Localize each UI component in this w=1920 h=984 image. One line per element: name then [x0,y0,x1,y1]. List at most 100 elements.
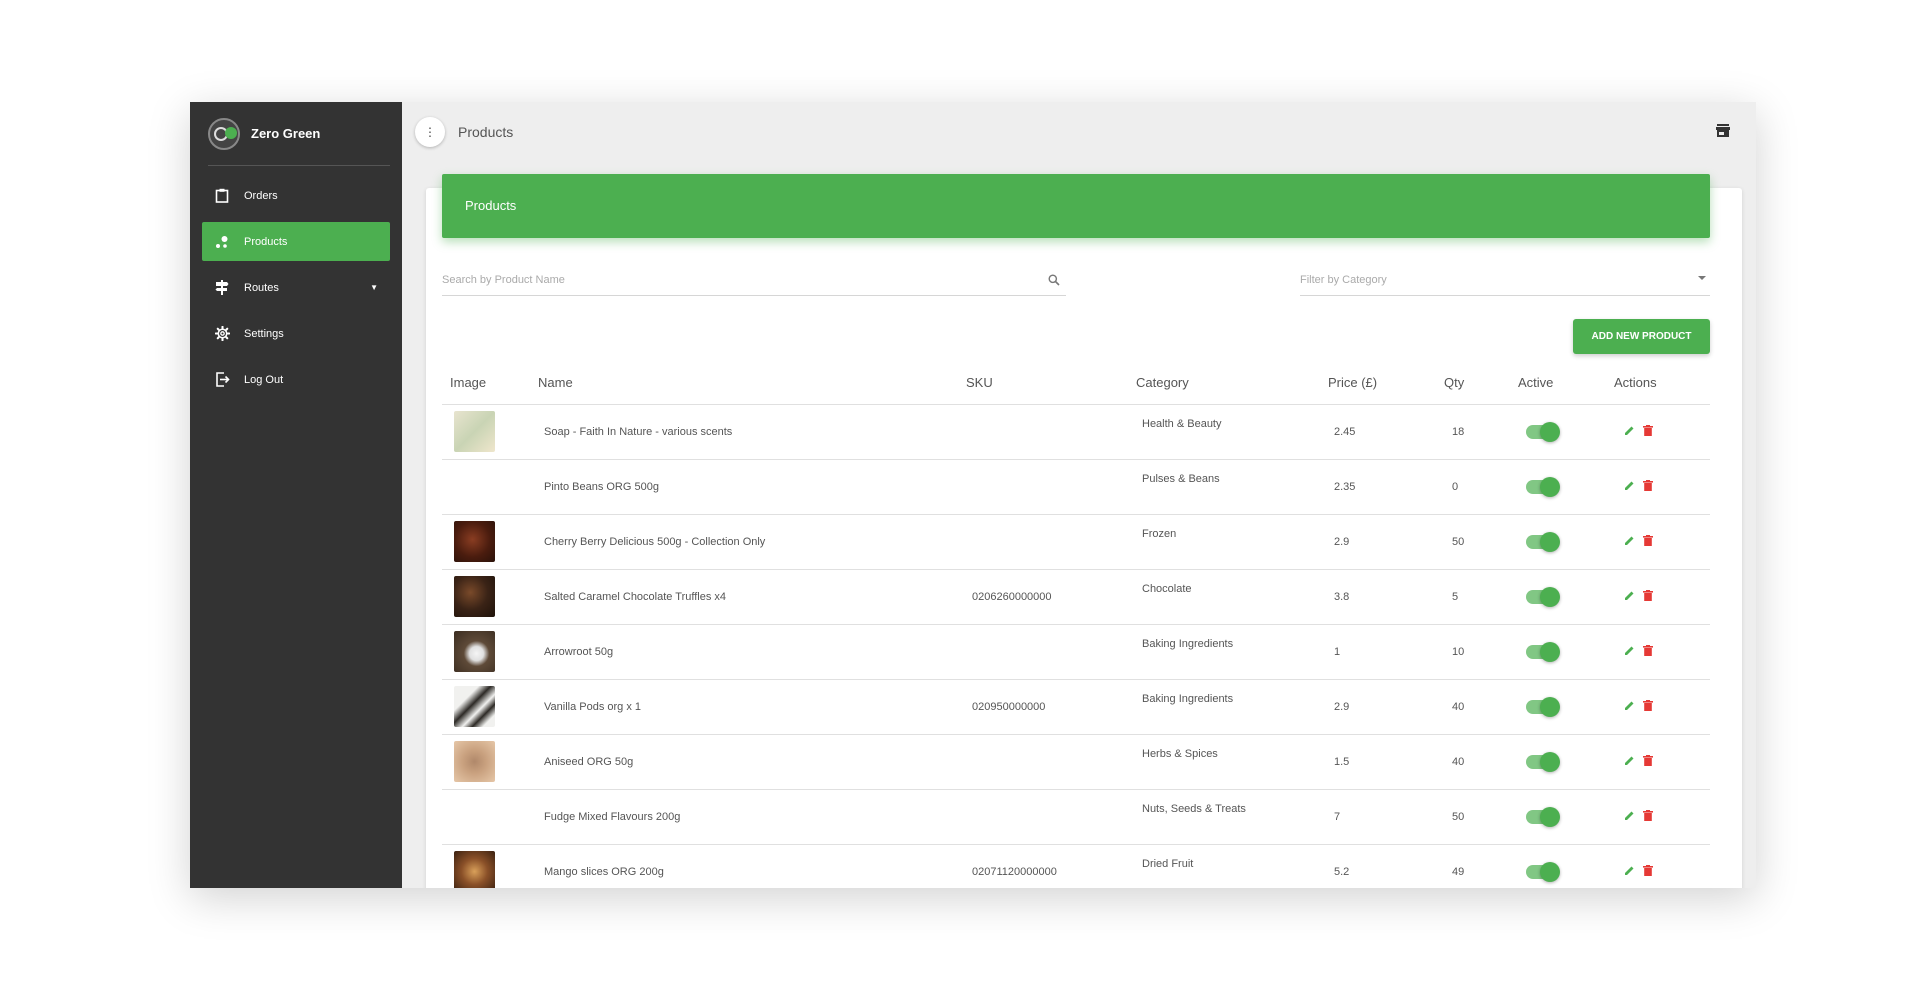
active-toggle[interactable] [1526,641,1560,662]
column-header-image[interactable]: Image [442,362,538,405]
sidebar-item-logout[interactable]: Log Out [202,360,390,399]
delete-icon[interactable] [1643,589,1653,604]
add-new-product-button[interactable]: ADD NEW PRODUCT [1573,319,1710,354]
delete-icon[interactable] [1643,479,1653,494]
edit-icon[interactable] [1624,810,1635,824]
delete-icon[interactable] [1643,534,1653,549]
more-vert-icon[interactable]: ⋮ [415,117,445,147]
search-icon[interactable] [1048,273,1060,291]
product-sku: 020950000000 [966,679,1136,735]
product-active-cell [1518,624,1614,680]
row-actions [1624,699,1710,714]
edit-icon[interactable] [1624,645,1635,659]
product-name: Salted Caramel Chocolate Truffles x4 [538,569,966,625]
table-header-row: Image Name SKU Category Price (£) Qty Ac… [442,362,1710,405]
delete-icon[interactable] [1643,644,1653,659]
product-thumbnail[interactable] [454,851,495,888]
active-toggle[interactable] [1526,806,1560,827]
product-thumbnail[interactable] [454,576,495,617]
active-toggle[interactable] [1526,861,1560,882]
product-actions-cell [1614,404,1710,460]
edit-icon[interactable] [1624,535,1635,549]
chevron-down-icon[interactable]: ▼ [370,283,378,292]
sidebar-item-label: Orders [244,189,278,202]
delete-icon[interactable] [1643,699,1653,714]
search-input[interactable] [442,273,1066,286]
sidebar-item-settings[interactable]: Settings [202,314,390,353]
column-header-sku[interactable]: SKU [966,362,1136,405]
logo-icon [208,117,240,150]
gear-icon [214,326,230,342]
delete-icon[interactable] [1643,754,1653,769]
product-thumbnail[interactable] [454,741,495,782]
product-thumbnail[interactable] [454,411,495,452]
product-image-cell [442,844,538,888]
product-actions-cell [1614,459,1710,515]
product-active-cell [1518,734,1614,790]
column-header-qty[interactable]: Qty [1444,362,1518,405]
product-actions-cell [1614,569,1710,625]
product-image-cell [442,404,538,460]
edit-icon[interactable] [1624,865,1635,879]
product-category: Pulses & Beans [1136,459,1328,515]
table-row[interactable]: Aniseed ORG 50g Herbs & Spices 1.5 40 [442,734,1710,790]
table-row[interactable]: Cherry Berry Delicious 500g - Collection… [442,514,1710,570]
table-row[interactable]: Pinto Beans ORG 500g Pulses & Beans 2.35 0 [442,459,1710,515]
product-image-cell [442,624,538,680]
column-header-price[interactable]: Price (£) [1328,362,1444,405]
brand[interactable]: Zero Green [208,102,390,166]
delete-icon[interactable] [1643,809,1653,824]
delete-icon[interactable] [1643,864,1653,879]
table-row[interactable]: Salted Caramel Chocolate Truffles x4 0206… [442,569,1710,625]
column-header-name[interactable]: Name [538,362,966,405]
active-toggle[interactable] [1526,421,1560,442]
sidebar-item-label: Log Out [244,373,284,386]
product-category: Herbs & Spices [1136,734,1328,790]
store-icon[interactable] [1716,124,1730,142]
edit-icon[interactable] [1624,425,1635,439]
product-thumbnail[interactable] [454,631,495,672]
signpost-icon [214,280,230,296]
table-row[interactable]: Fudge Mixed Flavours 200g Nuts, Seeds & T… [442,789,1710,845]
active-toggle[interactable] [1526,531,1560,552]
product-thumbnail[interactable] [454,686,495,727]
row-actions [1624,754,1710,769]
column-header-category[interactable]: Category [1136,362,1328,405]
product-active-cell [1518,459,1614,515]
edit-icon[interactable] [1624,700,1635,714]
edit-icon[interactable] [1624,590,1635,604]
chevron-down-icon[interactable] [1698,276,1706,280]
row-actions [1624,534,1710,549]
active-toggle[interactable] [1526,751,1560,772]
table-row[interactable]: Soap - Faith In Nature - various scents H… [442,404,1710,460]
sidebar-item-label: Settings [244,327,284,340]
product-category: Baking Ingredients [1136,624,1328,680]
active-toggle[interactable] [1526,586,1560,607]
category-filter[interactable] [1300,264,1710,296]
table-row[interactable]: Arrowroot 50g Baking Ingredients 1 10 [442,624,1710,680]
product-sku [966,459,1136,515]
search-field[interactable] [442,264,1066,296]
column-header-active[interactable]: Active [1518,362,1614,405]
edit-icon[interactable] [1624,755,1635,769]
sidebar-item-label: Products [244,235,288,248]
product-category: Baking Ingredients [1136,679,1328,735]
sidebar-item-products[interactable]: Products [202,222,390,261]
product-sku [966,404,1136,460]
active-toggle[interactable] [1526,476,1560,497]
table-row[interactable]: Mango slices ORG 200g 02071120000000 Dried… [442,844,1710,888]
delete-icon[interactable] [1643,424,1653,439]
product-sku: 0206260000000 [966,569,1136,625]
product-active-cell [1518,789,1614,845]
product-thumbnail[interactable] [454,521,495,562]
category-filter-input[interactable] [1300,273,1710,286]
active-toggle[interactable] [1526,696,1560,717]
edit-icon[interactable] [1624,480,1635,494]
product-price: 2.9 [1328,679,1444,735]
product-qty: 5 [1444,569,1518,625]
table-row[interactable]: Vanilla Pods org x 1 020950000000 Baking I… [442,679,1710,735]
sidebar-item-orders[interactable]: Orders [202,176,390,215]
product-active-cell [1518,844,1614,888]
product-sku [966,734,1136,790]
sidebar-item-routes[interactable]: Routes ▼ [202,268,390,307]
